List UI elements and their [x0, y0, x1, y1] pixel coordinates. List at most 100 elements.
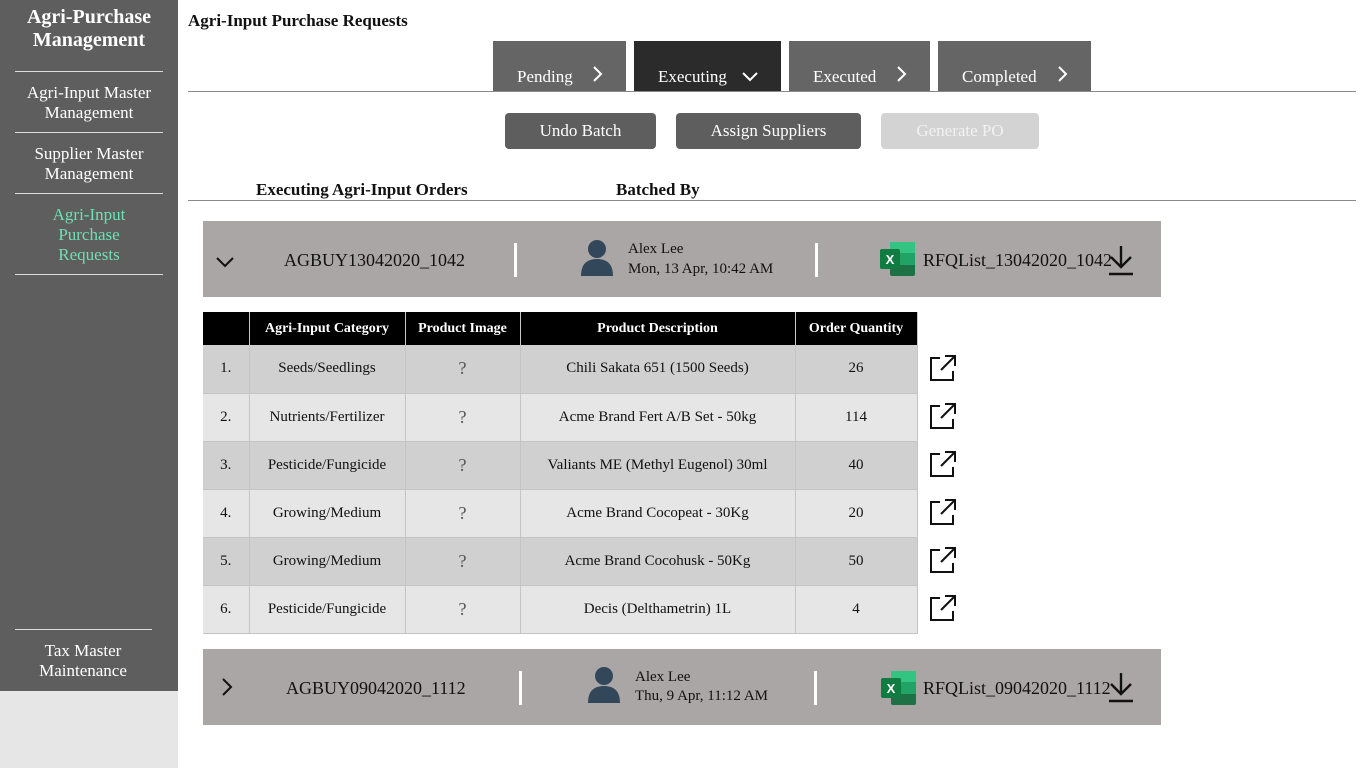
quantity-cell: 50: [795, 537, 918, 586]
open-external-icon[interactable]: [929, 546, 957, 574]
tab-completed[interactable]: Completed: [938, 41, 1091, 91]
product-image-placeholder: ?: [405, 585, 521, 634]
batch-id: AGBUY13042020_1042: [284, 250, 466, 270]
generate-po-button[interactable]: Generate PO: [881, 113, 1039, 149]
row-number: 5.: [203, 537, 250, 586]
column-header-description: Product Description: [520, 312, 796, 345]
tab-executing[interactable]: Executing: [634, 41, 781, 91]
description-cell: Acme Brand Cocopeat - 30Kg: [520, 489, 796, 538]
svg-text:X: X: [886, 252, 895, 267]
vertical-divider: [814, 671, 817, 705]
row-number: 4.: [203, 489, 250, 538]
product-image-placeholder: ?: [405, 537, 521, 586]
vertical-divider: [815, 243, 818, 277]
open-external-icon[interactable]: [929, 450, 957, 478]
column-header-no: [203, 312, 250, 345]
column-header-category: Agri-Input Category: [249, 312, 406, 345]
batched-by-name: Alex Lee: [628, 241, 684, 257]
chevron-right-icon: [593, 66, 603, 82]
batched-by-name: Alex Lee: [635, 669, 691, 685]
vertical-divider: [519, 671, 522, 705]
tab-label: Executed: [813, 67, 877, 86]
sidebar-divider: [15, 132, 163, 133]
open-external-icon[interactable]: [929, 402, 957, 430]
category-cell: Growing/Medium: [249, 537, 406, 586]
product-image-placeholder: ?: [405, 345, 521, 394]
tab-label: Executing: [658, 67, 727, 86]
batched-by-date: Thu, 9 Apr, 11:12 AM: [635, 688, 769, 704]
sidebar-bottom-area: [0, 691, 178, 768]
table-row: 1. Seeds/Seedlings ? Chili Sakata 651 (1…: [203, 345, 918, 394]
column-header-quantity: Order Quantity: [795, 312, 918, 345]
tab-label: Completed: [962, 67, 1037, 86]
sidebar-divider: [15, 71, 163, 72]
open-external-icon[interactable]: [929, 498, 957, 526]
quantity-cell: 40: [795, 441, 918, 490]
chevron-right-icon: [897, 66, 907, 82]
page-title: Agri-Input Purchase Requests: [188, 11, 408, 30]
category-cell: Nutrients/Fertilizer: [249, 393, 406, 442]
sidebar: Agri-Purchase Management Agri-Input Mast…: [0, 0, 178, 691]
user-icon: [581, 240, 613, 276]
category-cell: Pesticide/Fungicide: [249, 441, 406, 490]
brand-title: Agri-Purchase Management: [26, 6, 152, 51]
sidebar-item-purchase-requests[interactable]: Agri-Input Purchase Requests: [0, 205, 178, 265]
quantity-cell: 26: [795, 345, 918, 394]
open-external-icon[interactable]: [929, 594, 957, 622]
table-row: 5. Growing/Medium ? Acme Brand Cocohusk …: [203, 537, 918, 586]
description-cell: Valiants ME (Methyl Eugenol) 30ml: [520, 441, 796, 490]
download-icon[interactable]: [1107, 671, 1135, 703]
vertical-divider: [514, 243, 517, 277]
sidebar-divider: [15, 629, 152, 630]
chevron-down-icon[interactable]: [214, 251, 236, 273]
row-number: 2.: [203, 393, 250, 442]
excel-icon: X: [880, 242, 915, 276]
tab-label: Pending: [517, 67, 573, 86]
section-divider: [188, 200, 1356, 201]
assign-suppliers-button[interactable]: Assign Suppliers: [676, 113, 861, 149]
undo-batch-button[interactable]: Undo Batch: [505, 113, 656, 149]
column-header-image: Product Image: [405, 312, 521, 345]
table-row: 2. Nutrients/Fertilizer ? Acme Brand Fer…: [203, 393, 918, 442]
open-external-icon[interactable]: [929, 354, 957, 382]
row-number: 6.: [203, 585, 250, 634]
description-cell: Acme Brand Cocohusk - 50Kg: [520, 537, 796, 586]
tab-executed[interactable]: Executed: [789, 41, 930, 91]
orders-table: Agri-Input Category Product Image Produc…: [203, 312, 918, 634]
row-number: 1.: [203, 345, 250, 394]
table-header-row: Agri-Input Category Product Image Produc…: [203, 312, 918, 345]
product-image-placeholder: ?: [405, 489, 521, 538]
sidebar-item-supplier-master[interactable]: Supplier Master Management: [0, 144, 178, 184]
sidebar-divider: [15, 193, 163, 194]
category-cell: Seeds/Seedlings: [249, 345, 406, 394]
description-cell: Decis (Delthametrin) 1L: [520, 585, 796, 634]
tab-pending[interactable]: Pending: [493, 41, 626, 91]
sidebar-item-tax-master[interactable]: Tax Master Maintenance: [0, 641, 166, 681]
orders-heading: Executing Agri-Input Orders: [256, 180, 468, 199]
product-image-placeholder: ?: [405, 441, 521, 490]
batch-header: AGBUY09042020_1112 Alex Lee Thu, 9 Apr, …: [203, 649, 1161, 725]
batch-id: AGBUY09042020_1112: [286, 678, 466, 698]
category-cell: Growing/Medium: [249, 489, 406, 538]
sidebar-item-agri-input-master[interactable]: Agri-Input Master Management: [0, 83, 178, 123]
quantity-cell: 4: [795, 585, 918, 634]
sidebar-divider: [15, 274, 163, 275]
download-icon[interactable]: [1107, 244, 1135, 276]
table-row: 6. Pesticide/Fungicide ? Decis (Delthame…: [203, 585, 918, 634]
quantity-cell: 114: [795, 393, 918, 442]
rfq-file-name[interactable]: RFQList_09042020_1112: [923, 678, 1111, 699]
excel-icon: X: [881, 671, 916, 705]
chevron-right-icon[interactable]: [216, 676, 238, 698]
quantity-cell: 20: [795, 489, 918, 538]
batch-header: AGBUY13042020_1042 Alex Lee Mon, 13 Apr,…: [203, 221, 1161, 297]
table-row: 3. Pesticide/Fungicide ? Valiants ME (Me…: [203, 441, 918, 490]
chevron-down-icon: [742, 72, 758, 82]
batched-by-date: Mon, 13 Apr, 10:42 AM: [628, 261, 774, 277]
rfq-file-name[interactable]: RFQList_13042020_1042: [923, 250, 1112, 271]
svg-text:X: X: [887, 681, 896, 696]
product-image-placeholder: ?: [405, 393, 521, 442]
user-icon: [588, 667, 620, 703]
tab-divider: [188, 91, 1356, 92]
table-row: 4. Growing/Medium ? Acme Brand Cocopeat …: [203, 489, 918, 538]
row-number: 3.: [203, 441, 250, 490]
